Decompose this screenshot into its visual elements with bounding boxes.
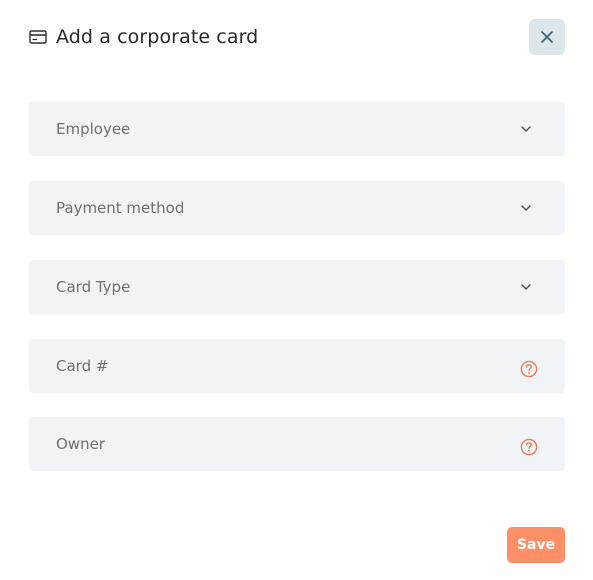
card-number-input[interactable]: Card #	[29, 339, 565, 393]
card-type-select-label: Card Type	[56, 278, 131, 296]
payment-method-select-label: Payment method	[56, 199, 185, 217]
save-button[interactable]: Save	[507, 527, 565, 563]
credit-card-icon	[29, 30, 47, 44]
close-icon	[541, 31, 553, 43]
chevron-down-icon	[521, 284, 531, 291]
payment-method-select[interactable]: Payment method	[29, 181, 565, 235]
chevron-down-icon	[521, 126, 531, 133]
card-type-select[interactable]: Card Type	[29, 260, 565, 314]
chevron-down-icon	[521, 205, 531, 212]
employee-select-label: Employee	[56, 120, 131, 138]
close-button[interactable]	[529, 19, 565, 55]
help-circle-icon[interactable]	[520, 360, 538, 378]
owner-input[interactable]: Owner	[29, 417, 565, 471]
modal-header: Add a corporate card	[29, 18, 565, 56]
card-number-input-label: Card #	[56, 357, 109, 375]
modal-title: Add a corporate card	[56, 26, 259, 48]
add-corporate-card-modal: Add a corporate card Employee Payment me…	[0, 0, 593, 580]
help-circle-icon[interactable]	[520, 438, 538, 456]
owner-input-label: Owner	[56, 435, 105, 453]
employee-select[interactable]: Employee	[29, 102, 565, 156]
